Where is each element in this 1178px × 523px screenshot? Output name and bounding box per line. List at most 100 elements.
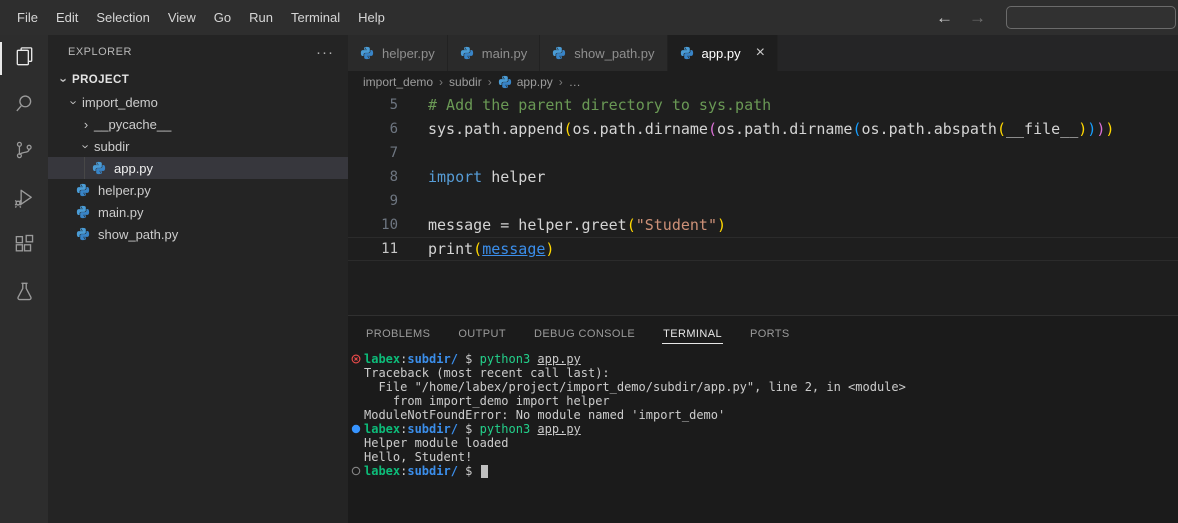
- terminal-line: Hello, Student!: [351, 450, 1178, 464]
- terminal-line: File "/home/labex/project/import_demo/su…: [351, 380, 1178, 394]
- code-editor[interactable]: 5 # Add the parent directory to sys.path 6…: [348, 93, 1178, 261]
- tab-label: main.py: [481, 45, 528, 61]
- panel-tab-ports[interactable]: PORTS: [749, 324, 791, 344]
- terminal-link[interactable]: app.py: [537, 352, 580, 366]
- tree-item-label: subdir: [94, 138, 130, 154]
- command-search-input[interactable]: [1006, 6, 1176, 29]
- panel-tab-debug-console[interactable]: DEBUG CONSOLE: [533, 324, 636, 344]
- nav-back-icon[interactable]: ←: [928, 8, 961, 28]
- terminal-text: ModuleNotFoundError: No module named 'im…: [364, 408, 726, 422]
- menu-item-file[interactable]: File: [8, 10, 47, 25]
- menu-item-selection[interactable]: Selection: [87, 10, 158, 25]
- close-icon[interactable]: ×: [756, 45, 765, 61]
- tree-item-helper-py[interactable]: helper.py: [48, 179, 348, 201]
- tree-item-label: helper.py: [98, 182, 151, 198]
- code-token: "Student": [635, 216, 717, 234]
- more-actions-icon[interactable]: ···: [316, 44, 334, 61]
- menu-item-view[interactable]: View: [159, 10, 205, 25]
- bottom-panel: PROBLEMS OUTPUT DEBUG CONSOLE TERMINAL PORTS…: [348, 315, 1178, 523]
- terminal-text: labex: [364, 464, 401, 478]
- terminal-line: labex: subdir/ $: [351, 464, 1178, 478]
- panel-tab-bar: PROBLEMS OUTPUT DEBUG CONSOLE TERMINAL PORTS: [348, 316, 1178, 351]
- terminal-text: :: [400, 464, 408, 478]
- tab-main-py[interactable]: main.py: [447, 35, 541, 71]
- code-line-text: message = helper.greet("Student"): [428, 216, 726, 234]
- command-status-pending-icon: [351, 466, 364, 476]
- tree-item-pycache[interactable]: › __pycache__: [48, 113, 348, 135]
- panel-tab-terminal[interactable]: TERMINAL: [662, 324, 723, 344]
- code-token: ): [1087, 120, 1097, 138]
- nav-forward-icon[interactable]: →: [961, 8, 994, 28]
- panel-tab-problems[interactable]: PROBLEMS: [365, 324, 431, 344]
- terminal-text: subdir/: [407, 422, 458, 436]
- tree-item-import-demo[interactable]: › import_demo: [48, 91, 348, 113]
- terminal-text: :: [400, 422, 408, 436]
- terminal-text: subdir/: [407, 464, 458, 478]
- tree-item-subdir[interactable]: › subdir: [48, 135, 348, 157]
- tree-item-label: show_path.py: [98, 226, 179, 242]
- tree-item-show-path-py[interactable]: show_path.py: [48, 223, 348, 245]
- menu-item-run[interactable]: Run: [240, 10, 282, 25]
- tab-helper-py[interactable]: helper.py: [348, 35, 448, 71]
- breadcrumb-item-subdir[interactable]: subdir: [449, 75, 482, 89]
- chevron-down-icon: ›: [78, 143, 94, 149]
- breadcrumb-item-[interactable]: …: [569, 75, 581, 89]
- menu-item-help[interactable]: Help: [349, 10, 394, 25]
- explorer-sidebar: EXPLORER ··· › PROJECT › import_demo › __pyca…: [48, 35, 348, 523]
- terminal-line: Helper module loaded: [351, 436, 1178, 450]
- code-token: (: [626, 216, 636, 234]
- activity-search[interactable]: [0, 82, 48, 129]
- tree-item-app-py[interactable]: app.py: [48, 157, 348, 179]
- indent-guide: [84, 157, 85, 179]
- activity-testing[interactable]: [0, 270, 48, 317]
- menu-right-controls: ← →: [928, 0, 1178, 35]
- terminal-line: labex: subdir/ $ python3 app.py: [351, 352, 1178, 366]
- code-line-text: import helper: [428, 168, 545, 186]
- activity-run-debug[interactable]: [0, 176, 48, 223]
- breadcrumb-item-app-py[interactable]: app.py: [498, 75, 553, 89]
- menu-item-edit[interactable]: Edit: [47, 10, 87, 25]
- testing-icon: [13, 280, 36, 308]
- chevron-down-icon: ›: [66, 99, 82, 105]
- terminal-text: from import_demo import helper: [364, 394, 610, 408]
- code-token: ): [1078, 120, 1088, 138]
- tree-item-label: __pycache__: [94, 116, 172, 132]
- activity-source-control[interactable]: [0, 129, 48, 176]
- python-file-icon: [92, 160, 108, 176]
- menu-item-go[interactable]: Go: [205, 10, 240, 25]
- source-control-icon: [13, 139, 35, 166]
- breadcrumb-label: subdir: [449, 75, 482, 89]
- breadcrumb: import_demo › subdir › app.py ›…: [348, 71, 1178, 93]
- code-line-9: 9: [348, 189, 1178, 213]
- terminal-text: subdir/: [407, 352, 458, 366]
- menu-items: File Edit Selection View Go Run Terminal Help: [0, 10, 394, 25]
- python-file-icon: [460, 45, 476, 61]
- code-token: (: [707, 120, 717, 138]
- tab-app-py[interactable]: app.py ×: [667, 35, 778, 71]
- python-file-icon: [680, 45, 696, 61]
- terminal-text: $: [457, 422, 480, 436]
- chevron-down-icon: ›: [56, 77, 72, 83]
- python-file-icon: [360, 45, 376, 61]
- terminal-line: Traceback (most recent call last):: [351, 366, 1178, 380]
- activity-extensions[interactable]: [0, 223, 48, 270]
- tab-label: app.py: [701, 45, 741, 61]
- code-token: ): [545, 240, 555, 258]
- tab-label: helper.py: [382, 45, 435, 61]
- command-status-success-icon: [351, 424, 364, 434]
- activity-explorer[interactable]: [0, 35, 48, 82]
- extensions-icon: [13, 233, 36, 261]
- line-number: 9: [389, 193, 398, 209]
- menu-item-terminal[interactable]: Terminal: [282, 10, 349, 25]
- breadcrumb-item-import-demo[interactable]: import_demo: [363, 75, 433, 89]
- tree-item-main-py[interactable]: main.py: [48, 201, 348, 223]
- terminal-link[interactable]: app.py: [537, 422, 580, 436]
- code-line-text: # Add the parent directory to sys.path: [428, 96, 771, 114]
- terminal-text: Hello, Student!: [364, 450, 473, 464]
- terminal-output[interactable]: labex: subdir/ $ python3 app.py Traceback …: [348, 351, 1178, 478]
- panel-tab-output[interactable]: OUTPUT: [457, 324, 507, 344]
- tab-show-path-py[interactable]: show_path.py: [540, 35, 668, 71]
- tree-item-project[interactable]: › PROJECT: [48, 69, 348, 91]
- code-link-message[interactable]: message: [482, 240, 545, 258]
- terminal-cursor: [480, 464, 488, 478]
